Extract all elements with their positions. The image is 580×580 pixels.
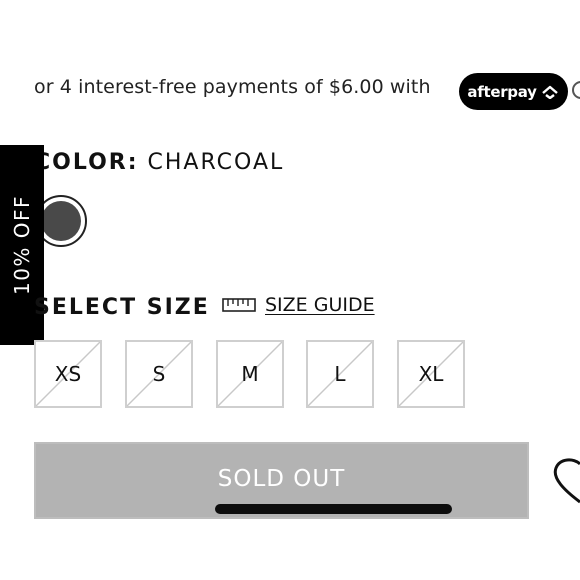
size-option-label: L (334, 362, 346, 386)
size-guide-link[interactable]: SIZE GUIDE (265, 294, 375, 316)
size-option-xs[interactable]: XS (34, 340, 102, 408)
heart-icon[interactable] (552, 458, 580, 506)
color-label: COLOR: CHARCOAL (34, 150, 284, 175)
select-size-heading: SELECT SIZE (34, 295, 210, 320)
afterpay-label: afterpay (467, 82, 537, 101)
swatch-fill (41, 201, 81, 241)
size-option-label: XS (54, 362, 82, 386)
size-option-m[interactable]: M (216, 340, 284, 408)
home-indicator (215, 504, 452, 514)
color-value: CHARCOAL (147, 150, 285, 175)
color-label-key: COLOR: (34, 150, 139, 175)
size-option-xl[interactable]: XL (397, 340, 465, 408)
installment-text: or 4 interest-free payments of $6.00 wit… (34, 76, 431, 98)
size-option-label: S (152, 362, 166, 386)
size-option-label: M (241, 362, 259, 386)
ruler-icon[interactable] (222, 297, 256, 313)
info-icon[interactable] (572, 81, 580, 99)
afterpay-badge[interactable]: afterpay (459, 73, 568, 110)
size-option-s[interactable]: S (125, 340, 193, 408)
discount-tab-label: 10% OFF (10, 194, 34, 296)
size-option-l[interactable]: L (306, 340, 374, 408)
afterpay-arrows-icon (541, 85, 558, 99)
size-option-label: XL (418, 362, 444, 386)
